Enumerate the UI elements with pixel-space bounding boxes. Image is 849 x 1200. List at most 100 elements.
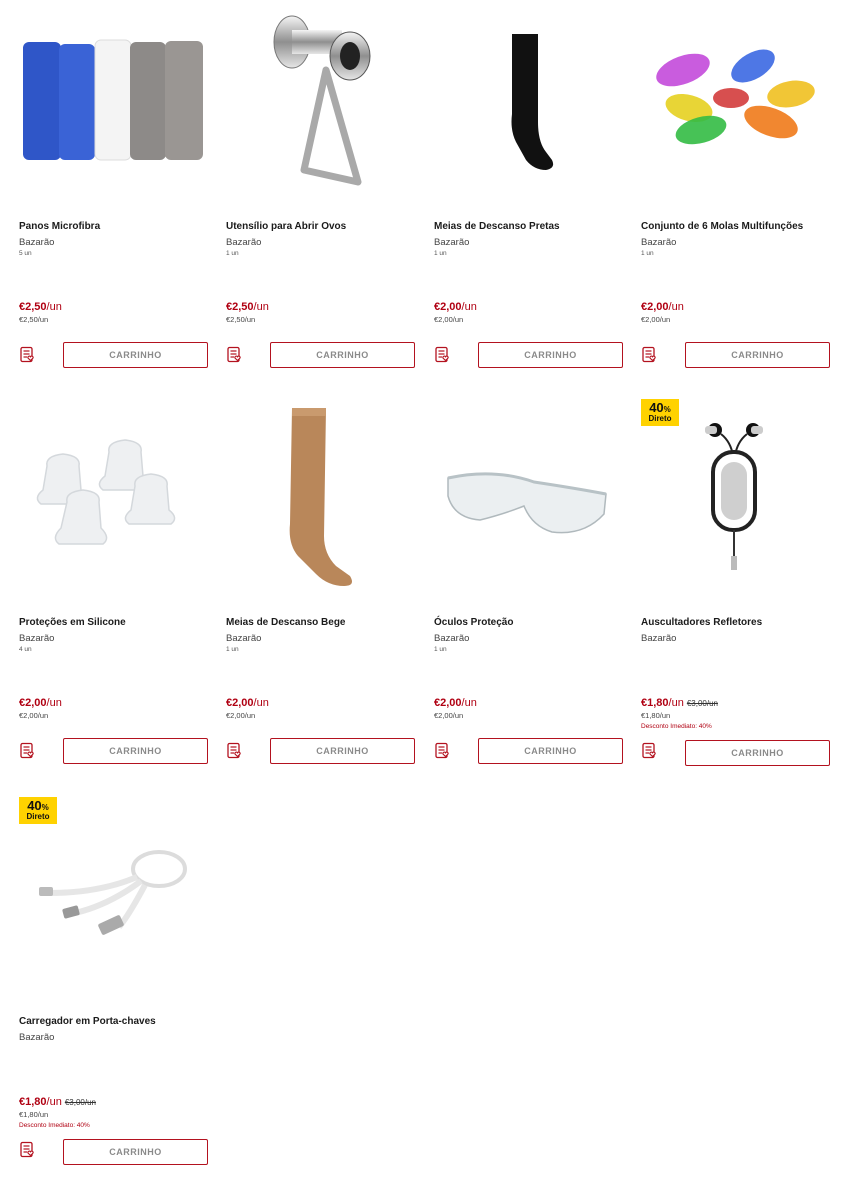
price-per-unit: €1,80/un — [19, 1110, 49, 1119]
old-price: €3,00/un — [686, 699, 718, 708]
price-unit: /un — [668, 301, 684, 313]
product-card[interactable]: 40% Direto Auscultadores Refletores Baza… — [641, 399, 831, 776]
add-to-cart-button[interactable]: CARRINHO — [478, 342, 623, 368]
product-card[interactable]: Meias de Descanso Pretas Bazarão 1 un €2… — [434, 10, 624, 380]
product-quantity: 4 un — [19, 646, 32, 653]
price-value: €2,50 — [19, 301, 47, 313]
price-per-unit: €1,80/un — [641, 711, 671, 720]
add-to-list-icon[interactable] — [641, 346, 659, 364]
product-price: €1,80/un €3,00/un — [19, 1096, 96, 1108]
badge-percent-value: 40 — [649, 400, 664, 415]
add-to-list-icon[interactable] — [19, 742, 37, 760]
product-brand: Bazarão — [434, 633, 470, 644]
product-card[interactable]: 40% Direto Carregador em Porta-chaves Ba… — [19, 797, 209, 1175]
badge-percent: 40% — [19, 797, 57, 812]
price-value: €2,50 — [226, 301, 254, 313]
price-per-unit: €2,50/un — [226, 315, 256, 324]
product-card[interactable]: Meias de Descanso Bege Bazarão 1 un €2,0… — [226, 406, 416, 776]
product-name[interactable]: Meias de Descanso Pretas — [434, 221, 560, 232]
price-value: €1,80 — [641, 697, 669, 709]
earphones-icon — [705, 423, 763, 570]
product-quantity: 1 un — [226, 250, 239, 257]
product-name[interactable]: Carregador em Porta-chaves — [19, 1016, 156, 1027]
price-value: €2,00 — [19, 697, 47, 709]
add-to-cart-button[interactable]: CARRINHO — [63, 342, 208, 368]
product-card[interactable]: Panos Microfibra Bazarão 5 un €2,50/un €… — [19, 10, 209, 380]
colored-clips-icon — [656, 49, 815, 145]
product-price: €2,00/un — [434, 697, 477, 709]
price-unit: /un — [668, 697, 684, 709]
badge-percent-sign: % — [41, 803, 49, 812]
add-to-list-icon[interactable] — [19, 1141, 37, 1159]
add-to-cart-button[interactable]: CARRINHO — [685, 342, 830, 368]
microfiber-towels-icon — [23, 39, 203, 161]
product-name[interactable]: Conjunto de 6 Molas Multifunções — [641, 221, 803, 232]
product-name[interactable]: Panos Microfibra — [19, 221, 100, 232]
product-quantity: 1 un — [641, 250, 654, 257]
add-to-cart-button[interactable]: CARRINHO — [478, 738, 623, 764]
price-per-unit: €2,00/un — [641, 315, 671, 324]
product-card[interactable]: Proteções em Silicone Bazarão 4 un €2,00… — [19, 406, 209, 776]
product-quantity: 1 un — [434, 250, 447, 257]
add-to-cart-button[interactable]: CARRINHO — [63, 1139, 208, 1165]
product-image[interactable] — [641, 10, 831, 210]
product-price: €2,00/un — [226, 697, 269, 709]
price-unit: /un — [461, 301, 477, 313]
price-value: €1,80 — [19, 1096, 47, 1108]
product-image[interactable] — [434, 10, 624, 210]
black-sock-icon — [511, 34, 554, 170]
price-value: €2,00 — [226, 697, 254, 709]
price-unit: /un — [461, 697, 477, 709]
add-to-cart-button[interactable]: CARRINHO — [685, 740, 830, 766]
product-grid: Panos Microfibra Bazarão 5 un €2,50/un €… — [0, 0, 849, 1200]
product-price: €2,50/un — [226, 301, 269, 313]
add-to-list-icon[interactable] — [19, 346, 37, 364]
product-image[interactable] — [434, 406, 624, 606]
price-per-unit: €2,00/un — [19, 711, 49, 720]
price-per-unit: €2,00/un — [226, 711, 256, 720]
badge-percent: 40% — [641, 399, 679, 414]
keychain-charger-icon — [39, 850, 187, 935]
product-price: €2,00/un — [19, 697, 62, 709]
product-quantity: 1 un — [226, 646, 239, 653]
silicone-caps-icon — [36, 439, 176, 545]
safety-glasses-icon — [447, 472, 607, 534]
product-card[interactable]: Óculos Proteção Bazarão 1 un €2,00/un €2… — [434, 406, 624, 776]
add-to-list-icon[interactable] — [226, 346, 244, 364]
product-brand: Bazarão — [226, 633, 262, 644]
product-image[interactable]: 40% Direto — [19, 797, 209, 1005]
product-card[interactable]: Conjunto de 6 Molas Multifunções Bazarão… — [641, 10, 831, 380]
product-quantity: 5 un — [19, 250, 32, 257]
price-unit: /un — [253, 697, 269, 709]
badge-label: Direto — [26, 812, 50, 821]
product-image[interactable] — [19, 10, 209, 210]
product-name[interactable]: Auscultadores Refletores — [641, 617, 762, 628]
product-name[interactable]: Utensílio para Abrir Ovos — [226, 221, 346, 232]
price-value: €2,00 — [434, 697, 462, 709]
price-unit: /un — [46, 697, 62, 709]
add-to-cart-button[interactable]: CARRINHO — [270, 738, 415, 764]
price-value: €2,00 — [641, 301, 669, 313]
product-name[interactable]: Óculos Proteção — [434, 617, 513, 628]
product-name[interactable]: Meias de Descanso Bege — [226, 617, 346, 628]
price-per-unit: €2,50/un — [19, 315, 49, 324]
add-to-list-icon[interactable] — [226, 742, 244, 760]
product-image[interactable] — [226, 406, 416, 606]
add-to-list-icon[interactable] — [434, 346, 452, 364]
product-price: €2,00/un — [434, 301, 477, 313]
product-brand: Bazarão — [641, 237, 677, 248]
add-to-cart-button[interactable]: CARRINHO — [63, 738, 208, 764]
add-to-list-icon[interactable] — [641, 742, 659, 760]
add-to-list-icon[interactable] — [434, 742, 452, 760]
product-brand: Bazarão — [226, 237, 262, 248]
price-per-unit: €2,00/un — [434, 315, 464, 324]
product-image[interactable]: 40% Direto — [641, 399, 831, 606]
price-value: €2,00 — [434, 301, 462, 313]
product-image[interactable] — [226, 10, 416, 210]
discount-text: Desconto Imediato: 40% — [19, 1122, 90, 1129]
product-name[interactable]: Proteções em Silicone — [19, 617, 126, 628]
product-card[interactable]: Utensílio para Abrir Ovos Bazarão 1 un €… — [226, 10, 416, 380]
add-to-cart-button[interactable]: CARRINHO — [270, 342, 415, 368]
product-brand: Bazarão — [641, 633, 677, 644]
product-image[interactable] — [19, 406, 209, 606]
